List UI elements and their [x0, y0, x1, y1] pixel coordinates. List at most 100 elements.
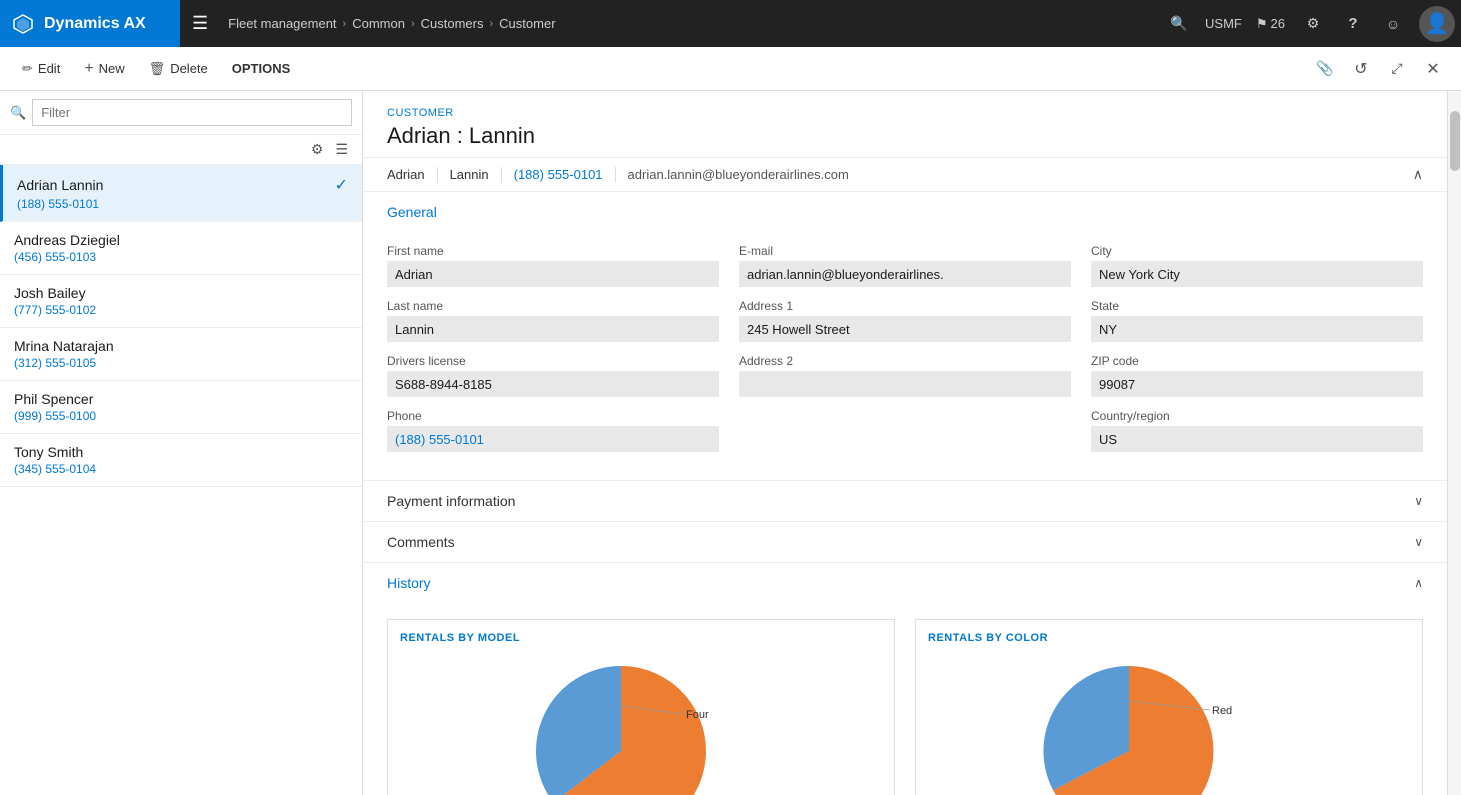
- edit-icon: ✏: [22, 61, 33, 77]
- delete-button[interactable]: 🗑 Delete: [139, 53, 218, 85]
- expand-icon: ⤢: [1391, 60, 1402, 77]
- customer-list: Adrian Lannin ✓ (188) 555-0101 Andreas D…: [0, 165, 362, 795]
- menu-button[interactable]: ☰: [180, 0, 220, 47]
- breadcrumb: Fleet management › Common › Customers › …: [220, 16, 555, 31]
- breadcrumb-customer[interactable]: Customer: [499, 16, 555, 31]
- new-label: New: [99, 61, 125, 76]
- right-panel: CUSTOMER Adrian : Lannin Adrian Lannin (…: [363, 91, 1447, 795]
- edit-button[interactable]: ✏ Edit: [12, 53, 70, 85]
- zip-code-label: ZIP code: [1091, 354, 1423, 368]
- rentals-by-model-title: RENTALS BY MODEL: [400, 632, 882, 644]
- help-icon: ?: [1348, 15, 1357, 32]
- first-name-label: First name: [387, 244, 719, 258]
- address2-input[interactable]: [739, 371, 1071, 397]
- list-controls: ⚙ ☰: [0, 135, 362, 165]
- app-brand[interactable]: Dynamics AX: [0, 0, 180, 47]
- customer-name-3: Mrina Natarajan: [14, 338, 114, 354]
- breadcrumb-sep-1: ›: [343, 18, 347, 30]
- list-menu-icon: ☰: [335, 141, 348, 157]
- user-menu-button[interactable]: ☺: [1373, 0, 1413, 47]
- last-name-label: Last name: [387, 299, 719, 313]
- customer-phone-1: (456) 555-0103: [14, 250, 348, 264]
- customer-item-5[interactable]: Tony Smith (345) 555-0104: [0, 434, 362, 487]
- state-input[interactable]: NY: [1091, 316, 1423, 342]
- flag-count-area[interactable]: ⚑ 26: [1248, 16, 1293, 32]
- settings-button[interactable]: ⚙: [1293, 0, 1333, 47]
- last-name-input[interactable]: Lannin: [387, 316, 719, 342]
- customer-name-4: Phil Spencer: [14, 391, 93, 407]
- customer-name-1: Andreas Dziegiel: [14, 232, 120, 248]
- four-label: Four: [686, 709, 709, 721]
- customer-item-3[interactable]: Mrina Natarajan (312) 555-0105: [0, 328, 362, 381]
- zip-code-input[interactable]: 99087: [1091, 371, 1423, 397]
- customer-header-5: Tony Smith: [14, 444, 348, 460]
- search-button[interactable]: 🔍: [1159, 0, 1199, 47]
- first-name-input[interactable]: Adrian: [387, 261, 719, 287]
- check-icon: ✓: [335, 175, 348, 195]
- history-chevron-icon: ∧: [1414, 576, 1423, 590]
- country-group: Country/region US: [1091, 409, 1423, 452]
- general-section-title: General: [387, 204, 437, 220]
- topbar: Dynamics AX ☰ Fleet management › Common …: [0, 0, 1461, 47]
- new-button[interactable]: + New: [74, 53, 134, 85]
- customer-item-0[interactable]: Adrian Lannin ✓ (188) 555-0101: [0, 165, 362, 222]
- filter-bar: 🔍: [0, 91, 362, 135]
- payment-section-header[interactable]: Payment information ∨: [363, 481, 1447, 521]
- payment-section: Payment information ∨: [363, 481, 1447, 522]
- customer-header-4: Phil Spencer: [14, 391, 348, 407]
- phone-input[interactable]: (188) 555-0101: [387, 426, 719, 452]
- customer-name-5: Tony Smith: [14, 444, 83, 460]
- customer-item-2[interactable]: Josh Bailey (777) 555-0102: [0, 275, 362, 328]
- info-bar: Adrian Lannin (188) 555-0101 adrian.lann…: [363, 158, 1447, 192]
- general-section-header[interactable]: General: [363, 192, 1447, 232]
- expand-button[interactable]: ⤢: [1381, 53, 1413, 85]
- actionbar: ✏ Edit + New 🗑 Delete OPTIONS 📎 ↺ ⤢ ✕: [0, 47, 1461, 91]
- list-menu-btn[interactable]: ☰: [329, 139, 354, 160]
- customer-phone-2: (777) 555-0102: [14, 303, 348, 317]
- main-area: 🔍 ⚙ ☰ Adrian Lannin ✓ (188) 555-0101 And…: [0, 91, 1461, 795]
- customer-phone-4: (999) 555-0100: [14, 409, 348, 423]
- history-section: History ∧ RENTALS BY MODEL: [363, 563, 1447, 795]
- red-label: Red: [1212, 705, 1232, 717]
- country-input[interactable]: US: [1091, 426, 1423, 452]
- breadcrumb-sep-3: ›: [490, 18, 494, 30]
- info-bar-chevron-icon[interactable]: ∧: [1413, 166, 1423, 183]
- drivers-license-group: Drivers license S688-8944-8185: [387, 354, 719, 397]
- rentals-by-model-chart: RENTALS BY MODEL: [387, 619, 895, 795]
- country-label: Country/region: [1091, 409, 1423, 423]
- options-button[interactable]: OPTIONS: [222, 53, 301, 85]
- drivers-license-input[interactable]: S688-8944-8185: [387, 371, 719, 397]
- list-filter-btn[interactable]: ⚙: [305, 139, 330, 160]
- city-label: City: [1091, 244, 1423, 258]
- help-button[interactable]: ?: [1333, 0, 1373, 47]
- info-first-name: Adrian: [387, 167, 438, 182]
- refresh-button[interactable]: ↺: [1345, 53, 1377, 85]
- history-section-header[interactable]: History ∧: [363, 563, 1447, 603]
- customer-header-2: Josh Bailey: [14, 285, 348, 301]
- customer-item-4[interactable]: Phil Spencer (999) 555-0100: [0, 381, 362, 434]
- scrollbar-thumb: [1450, 111, 1460, 171]
- email-label: E-mail: [739, 244, 1071, 258]
- delete-label: Delete: [170, 61, 208, 76]
- breadcrumb-customers[interactable]: Customers: [421, 16, 484, 31]
- general-content: First name Adrian E-mail adrian.lannin@b…: [363, 232, 1447, 480]
- customer-item-1[interactable]: Andreas Dziegiel (456) 555-0103: [0, 222, 362, 275]
- breadcrumb-fleet[interactable]: Fleet management: [228, 16, 336, 31]
- city-input[interactable]: New York City: [1091, 261, 1423, 287]
- info-email: adrian.lannin@blueyonderairlines.com: [616, 167, 1413, 182]
- city-group: City New York City: [1091, 244, 1423, 287]
- options-label: OPTIONS: [232, 61, 291, 76]
- email-input[interactable]: adrian.lannin@blueyonderairlines.: [739, 261, 1071, 287]
- close-button[interactable]: ✕: [1417, 53, 1449, 85]
- comments-section: Comments ∨: [363, 522, 1447, 563]
- app-logo-icon: [12, 13, 34, 35]
- address1-input[interactable]: 245 Howell Street: [739, 316, 1071, 342]
- scrollbar[interactable]: [1447, 91, 1461, 795]
- left-panel: 🔍 ⚙ ☰ Adrian Lannin ✓ (188) 555-0101 And…: [0, 91, 363, 795]
- filter-input[interactable]: [32, 99, 352, 126]
- history-section-title: History: [387, 575, 431, 591]
- breadcrumb-common[interactable]: Common: [352, 16, 405, 31]
- attach-button[interactable]: 📎: [1309, 53, 1341, 85]
- customer-phone-3: (312) 555-0105: [14, 356, 348, 370]
- comments-section-header[interactable]: Comments ∨: [363, 522, 1447, 562]
